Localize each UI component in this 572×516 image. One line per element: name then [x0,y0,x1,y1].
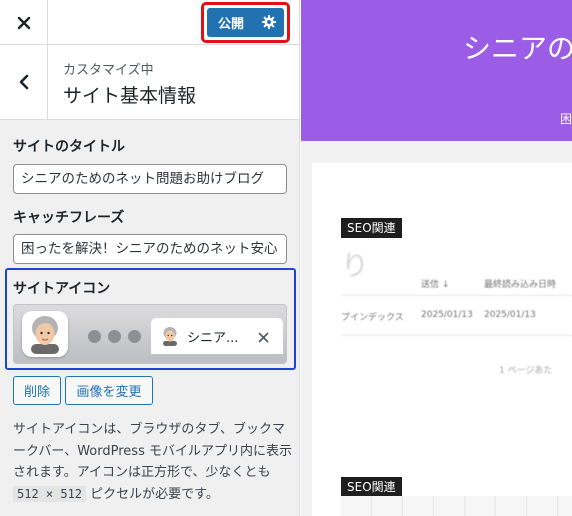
section-meta: カスタマイズ中 [63,63,154,78]
thumbnail-row-date: 2025/01/13 [484,310,536,320]
window-dot [88,330,101,343]
site-title-label: サイトのタイトル [13,139,125,155]
site-title-input[interactable]: シニアのためのネット問題お助けブログ [13,164,287,194]
chevron-left-icon [19,74,28,90]
remove-icon-button[interactable]: 削除 [13,376,61,405]
window-dots [88,330,141,343]
tagline-label: キャッチフレーズ [13,210,125,226]
close-icon [17,16,30,29]
thumbnail-divider [341,335,572,336]
browser-tab-preview: シニア... [151,318,283,354]
category-badge[interactable]: SEO関連 [341,218,402,238]
tab-favicon-icon [163,327,177,346]
description-text-end: ピクセルが必要です。 [86,486,219,502]
icon-size-code: 512 × 512 [13,485,87,502]
description-text: サイトアイコンは、ブラウザのタブ、ブックマークバー、WordPress モバイル… [13,422,292,480]
tagline-input[interactable]: 困ったを解決！シニアのためのネット安心 [13,234,287,264]
section-title: サイト基本情報 [63,85,197,107]
post-thumbnail-table [341,496,572,516]
post-thumbnail: り 送信 ↓ 最終読み込み日時 プインデックス 2025/01/13 2025/… [341,237,572,382]
customizer-topbar: 公開 [0,0,299,45]
back-button[interactable] [0,45,48,119]
thumbnail-heading: り [341,249,370,282]
section-header: カスタマイズ中 サイト基本情報 [0,45,299,120]
publish-highlight-box [201,2,290,43]
site-icon-preview: シニア... [13,304,287,364]
thumbnail-col-sent: 送信 ↓ [421,280,450,290]
thumbnail-col-last-read: 最終読み込み日時 [484,280,557,290]
thumbnail-row-date: 2025/01/13 [421,310,473,320]
window-dot [108,330,121,343]
hero-site-title: シニアの [463,32,572,65]
change-image-button[interactable]: 画像を変更 [65,376,153,405]
site-preview[interactable]: シニアの 困 SEO関連 り 送信 ↓ 最終読み込み日時 プインデックス 202… [301,0,572,516]
app-icon-preview [22,311,68,357]
site-icon-description: サイトアイコンは、ブラウザのタブ、ブックマークバー、WordPress モバイル… [13,419,293,505]
close-icon [258,328,269,347]
window-dot [128,330,141,343]
tab-title: シニア... [187,330,239,346]
category-badge[interactable]: SEO関連 [341,477,402,497]
customizer-panel: 公開 カスタマイズ中 サイト基本情報 サイトのタイトル シニアのためのネット問題… [0,0,300,516]
thumbnail-row-name: プインデックス [341,313,404,323]
senior-avatar-icon [31,316,59,354]
thumbnail-pager: 1 ページあた [499,366,553,376]
hero-tagline: 困 [560,112,572,126]
thumbnail-divider [341,295,572,296]
close-customizer-button[interactable] [0,0,48,45]
site-icon-label: サイトアイコン [13,281,111,297]
site-hero-banner: シニアの 困 [301,0,572,141]
